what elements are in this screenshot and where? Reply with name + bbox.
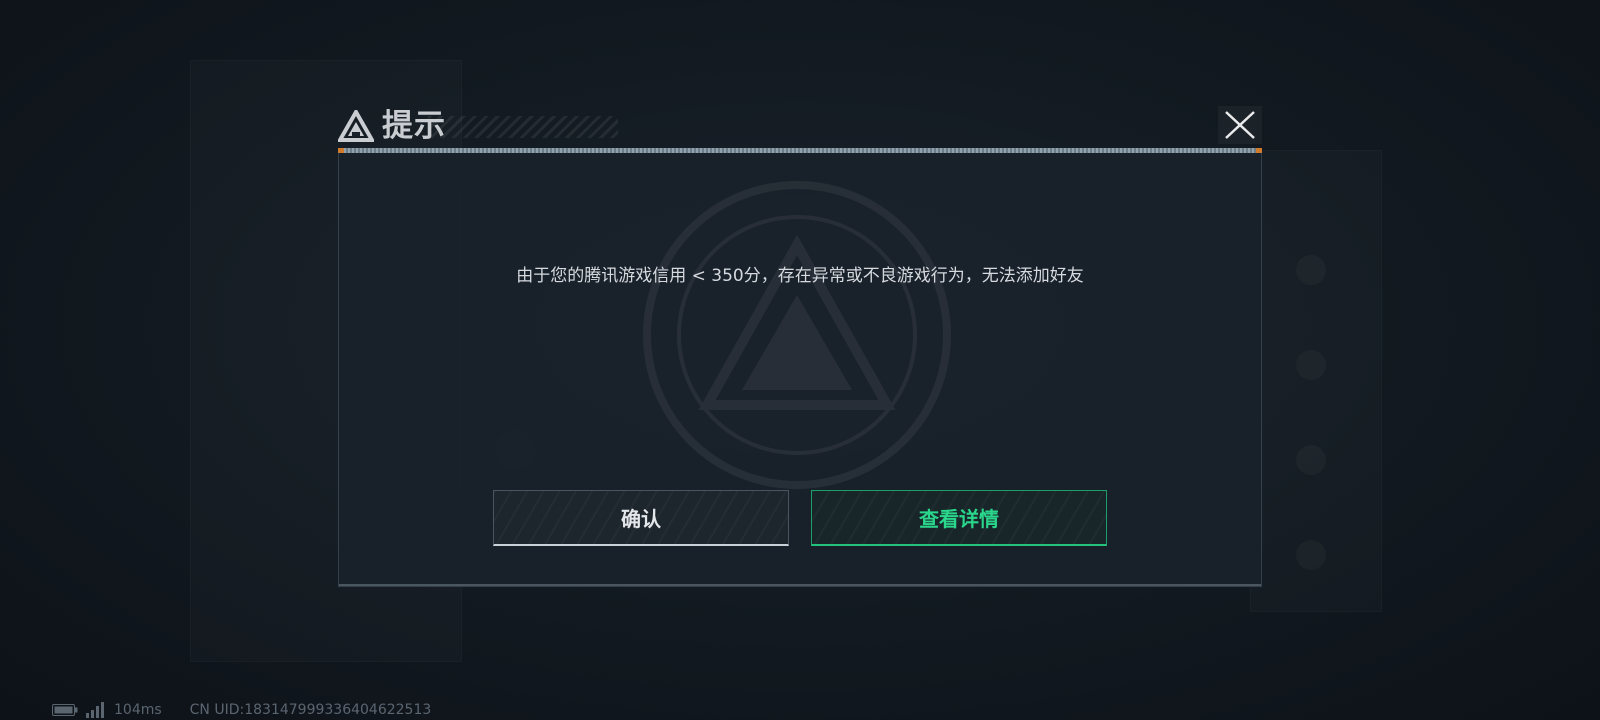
bg-orb: [1296, 350, 1326, 380]
dialog-header: 提示: [338, 104, 1262, 153]
user-uid: CN UID:1831479993364046225​13: [189, 702, 432, 718]
confirm-button[interactable]: 确认: [493, 490, 789, 546]
delta-logo-icon: [338, 110, 374, 142]
view-details-button[interactable]: 查看详情: [811, 490, 1107, 546]
emblem-watermark-icon: [643, 181, 951, 489]
ping-readout: 104ms: [114, 702, 162, 718]
bg-orb: [1296, 445, 1326, 475]
bg-orb: [1296, 255, 1326, 285]
view-details-button-label: 查看详情: [919, 507, 999, 531]
notice-dialog: 提示 由于您的腾讯游戏信用 < 350分，存在异常或不良游戏行为，无法添加好友 …: [338, 104, 1262, 587]
header-decoration: [428, 116, 618, 138]
dialog-body: 由于您的腾讯游戏信用 < 350分，存在异常或不良游戏行为，无法添加好友 确认 …: [338, 153, 1262, 587]
battery-icon: [52, 704, 78, 716]
status-bar: 104ms CN UID:1831479993364046225​13: [52, 702, 431, 718]
body-bottom-divider: [339, 584, 1261, 586]
signal-icon: [86, 702, 104, 718]
bg-orb: [1296, 540, 1326, 570]
close-icon: [1225, 111, 1255, 139]
dialog-title: 提示: [382, 108, 446, 144]
confirm-button-label: 确认: [621, 507, 661, 531]
dialog-message: 由于您的腾讯游戏信用 < 350分，存在异常或不良游戏行为，无法添加好友: [516, 266, 1084, 286]
close-button[interactable]: [1218, 106, 1262, 144]
